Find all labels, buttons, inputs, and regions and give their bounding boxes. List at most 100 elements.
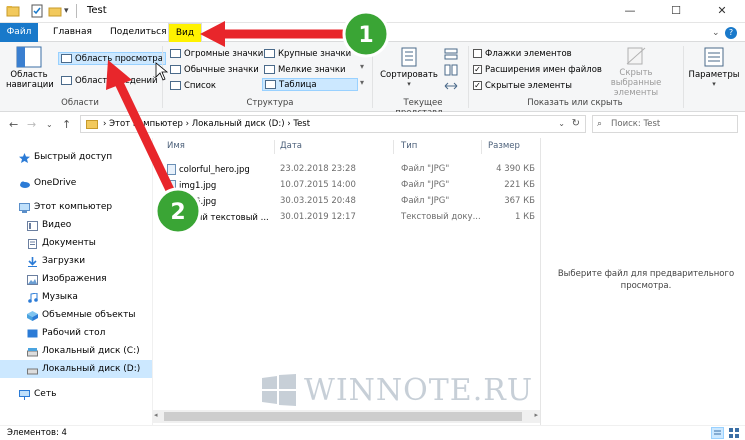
column-divider[interactable] [481,140,482,154]
cloud-icon [19,178,30,188]
huge-icons-icon [170,49,181,58]
details-pane-button[interactable]: Область сведений [61,74,158,87]
address-input[interactable]: › Этот компьютер › Локальный диск (D:) ›… [80,115,586,133]
details-view-toggle-icon[interactable] [711,427,724,439]
show-hide-group-label: Показать или скрыть [527,98,623,108]
column-header-size[interactable]: Размер [488,141,520,151]
size-columns-icon[interactable] [444,80,458,92]
address-dropdown-icon[interactable]: ⌄ [558,116,565,132]
sidebar-item-quick-access[interactable]: Быстрый доступ [0,148,152,166]
sidebar-item-video[interactable]: Видео [0,216,152,234]
scrollbar-thumb[interactable] [164,412,522,421]
horizontal-scrollbar[interactable]: ◂ ▸ [152,410,540,423]
sidebar-item-label: Музыка [42,292,78,302]
layout-scroll-down-icon[interactable]: ▾ [360,62,364,71]
sidebar-item-pictures[interactable]: Изображения [0,270,152,288]
medium-icons-button[interactable]: Обычные значки [170,63,259,76]
layout-scroll-up-icon[interactable]: ▴ [360,48,364,57]
ribbon-separator [683,46,684,108]
search-input[interactable]: ⌕ Поиск: Test [592,115,738,133]
list-view-button[interactable]: Список [170,79,216,92]
sidebar-item-downloads[interactable]: Загрузки [0,252,152,270]
layout-expand-icon[interactable]: ▾ [360,78,364,87]
windows-logo-icon [262,374,296,406]
properties-icon[interactable] [30,4,44,18]
column-header-date[interactable]: Дата [280,141,302,151]
table-row[interactable]: img1.jpg 10.07.2015 14:00 Файл "JPG" 221… [163,178,539,194]
file-name-cell: img6.jpg [167,196,216,207]
options-button[interactable]: Параметры ▾ [687,46,741,96]
file-date: 30.03.2015 20:48 [280,196,356,206]
sidebar-item-music[interactable]: Музыка [0,288,152,306]
forward-arrow-icon[interactable]: → [27,118,36,131]
file-extensions-toggle[interactable]: ✓ Расширения имен файлов [473,63,602,76]
sidebar-item-network[interactable]: Сеть [0,385,152,403]
sort-icon [396,46,422,68]
file-date: 10.07.2015 14:00 [280,180,356,190]
minimize-button[interactable]: — [607,0,653,22]
navigation-pane-button[interactable]: Область навигации [6,46,54,96]
help-icon[interactable]: ? [725,27,737,39]
item-checkboxes-checkbox[interactable] [473,49,482,58]
scroll-left-icon[interactable]: ◂ [154,411,158,419]
add-columns-icon[interactable] [444,64,458,76]
title-divider [76,4,77,18]
back-arrow-icon[interactable]: ← [9,118,18,131]
list-view-label: Список [184,80,217,91]
preview-message: Выберите файл для предварительного просм… [557,269,735,291]
huge-icons-button[interactable]: Огромные значки [170,47,263,60]
medium-icons-icon [170,65,181,74]
table-row[interactable]: Новый текстовый ... 30.01.2019 12:17 Тек… [163,210,539,226]
status-bar: Элементов: 4 [0,425,745,440]
new-folder-icon[interactable] [48,4,62,18]
sidebar-item-desktop[interactable]: Рабочий стол [0,324,152,342]
file-name: img6.jpg [179,197,217,207]
sort-label: Сортировать [380,70,438,80]
sort-by-button[interactable]: Сортировать ▾ [378,46,440,96]
close-button[interactable]: ✕ [699,0,745,22]
sidebar-item-this-pc[interactable]: Этот компьютер [0,198,152,216]
drive-d-icon [27,364,38,375]
table-row[interactable]: img6.jpg 30.03.2015 20:48 Файл "JPG" 367… [163,194,539,210]
sidebar-item-label: Быстрый доступ [34,152,113,162]
small-icons-button[interactable]: Мелкие значки [264,63,346,76]
sidebar-item-3d-objects[interactable]: Объемные объекты [0,306,152,324]
scroll-right-icon[interactable]: ▸ [534,411,538,419]
sidebar-item-drive-c[interactable]: Локальный диск (C:) [0,342,152,360]
customize-toolbar-icon[interactable]: ▾ [64,4,74,18]
sidebar-item-label: Рабочий стол [42,328,106,338]
recent-locations-icon[interactable]: ⌄ [46,120,53,129]
collapse-ribbon-icon[interactable]: ⌄ [712,28,720,38]
table-row[interactable]: colorful_hero.jpg 23.02.2018 23:28 Файл … [163,162,539,178]
sidebar-item-onedrive[interactable]: OneDrive [0,174,152,192]
hidden-items-toggle[interactable]: ✓ Скрытые элементы [473,79,572,92]
tab-view[interactable]: Вид [168,23,202,42]
item-checkboxes-toggle[interactable]: Флажки элементов [473,47,572,60]
image-file-icon [167,164,176,175]
large-icons-icon [264,49,275,58]
details-view-button[interactable]: Таблица [262,78,358,91]
hide-selected-button[interactable]: Скрыть выбранные элементы [596,46,676,98]
file-extensions-checkbox[interactable]: ✓ [473,65,482,74]
sort-dropdown-icon: ▾ [407,80,411,88]
refresh-icon[interactable]: ↻ [572,116,580,132]
up-arrow-icon[interactable]: ↑ [62,118,71,131]
tab-home[interactable]: Главная [44,23,101,42]
large-icons-button[interactable]: Крупные значки [264,47,351,60]
sidebar-item-documents[interactable]: Документы [0,234,152,252]
column-divider[interactable] [274,140,275,154]
sidebar-item-drive-d[interactable]: Локальный диск (D:) [0,360,152,378]
maximize-button[interactable]: ☐ [653,0,699,22]
tab-share[interactable]: Поделиться [101,23,176,42]
navigation-pane-label: Область навигации [6,70,54,90]
column-header-type[interactable]: Тип [401,141,417,151]
hidden-items-checkbox[interactable]: ✓ [473,81,482,90]
column-header-name[interactable]: Имя [167,141,185,151]
ribbon-tabs: Файл Главная Поделиться Вид ⌄ ? [0,23,745,42]
group-by-icon[interactable] [444,48,458,60]
tab-file[interactable]: Файл [0,23,38,42]
preview-pane-button[interactable]: Область просмотра [58,52,166,65]
column-divider[interactable] [393,140,394,154]
large-icons-toggle-icon[interactable] [728,427,741,439]
star-icon [19,152,30,163]
